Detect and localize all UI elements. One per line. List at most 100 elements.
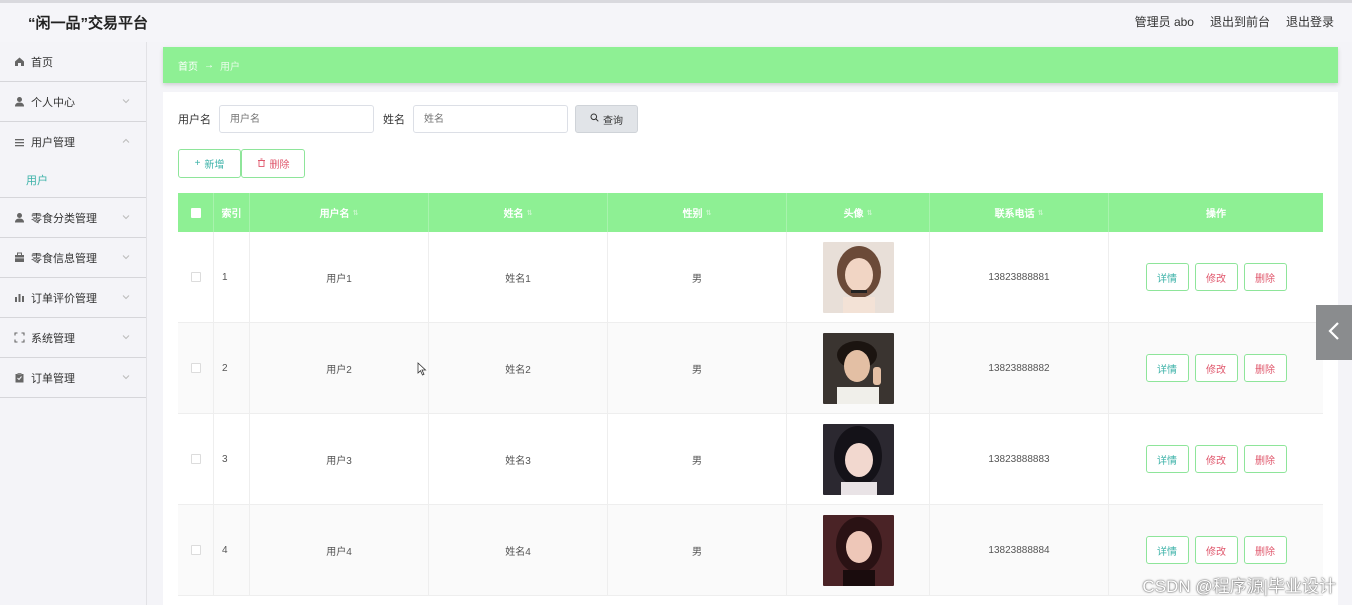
row-gender: 男: [608, 505, 787, 595]
sidebar-item-user-management[interactable]: 用户管理: [0, 122, 146, 162]
edit-button[interactable]: 修改: [1194, 354, 1238, 382]
mouse-cursor-icon: [417, 362, 427, 379]
sidebar-item-profile[interactable]: 个人中心: [0, 82, 146, 122]
header-actions: 操作: [1206, 209, 1226, 220]
header-avatar[interactable]: 头像 ⇅: [787, 193, 930, 232]
header-gender[interactable]: 性别 ⇅: [608, 193, 787, 232]
name-label: 姓名: [383, 114, 405, 126]
add-button[interactable]: + 新增: [178, 149, 241, 178]
row-index: 2: [214, 323, 250, 413]
row-checkbox[interactable]: [190, 454, 201, 464]
header-name[interactable]: 姓名 ⇅: [429, 193, 608, 232]
header-username[interactable]: 用户名 ⇅: [250, 193, 429, 232]
main-content: 首页 → 用户 用户名 姓名 查询 + 新增 删除: [163, 47, 1338, 605]
row-phone: 13823888882: [930, 323, 1109, 413]
chevron-down-icon: [122, 292, 130, 304]
toolbar: + 新增 删除: [178, 149, 305, 178]
edit-button[interactable]: 修改: [1194, 263, 1238, 291]
row-delete-button[interactable]: 删除: [1243, 354, 1287, 382]
chevron-up-icon: [122, 136, 130, 148]
table-row: 3 用户3 姓名3 男 13823888883 详情 修改 删除: [178, 414, 1323, 505]
home-icon: [14, 56, 25, 67]
header-phone[interactable]: 联系电话 ⇅: [930, 193, 1109, 232]
chevron-down-icon: [122, 252, 130, 264]
username-input[interactable]: [219, 105, 374, 133]
sort-icon: ⇅: [1037, 209, 1044, 217]
chevron-down-icon: [122, 212, 130, 224]
avatar: [822, 423, 894, 495]
breadcrumb-home[interactable]: 首页: [178, 58, 198, 73]
delete-button[interactable]: 删除: [241, 149, 305, 178]
row-checkbox[interactable]: [190, 272, 201, 282]
frame-icon: [14, 332, 25, 343]
avatar: [822, 241, 894, 313]
detail-button[interactable]: 详情: [1145, 445, 1189, 473]
edit-button[interactable]: 修改: [1194, 536, 1238, 564]
edit-button[interactable]: 修改: [1194, 445, 1238, 473]
user-table: 索引 用户名 ⇅ 姓名 ⇅ 性别 ⇅ 头像 ⇅ 联系电话 ⇅ 操作 1 用户1 姓名1 男…: [178, 193, 1323, 596]
breadcrumb: 首页 → 用户: [163, 47, 1338, 83]
row-username: 用户3: [250, 414, 429, 504]
trash-icon: [257, 158, 266, 170]
search-icon: [590, 113, 599, 125]
clipboard-icon: [14, 372, 25, 383]
select-all-checkbox[interactable]: [190, 207, 201, 218]
username-label: 用户名: [178, 114, 211, 126]
sidebar-item-system[interactable]: 系统管理: [0, 318, 146, 358]
row-phone: 13823888881: [930, 232, 1109, 322]
row-checkbox[interactable]: [190, 545, 201, 555]
detail-button[interactable]: 详情: [1145, 354, 1189, 382]
row-delete-button[interactable]: 删除: [1243, 445, 1287, 473]
user-icon: [14, 212, 25, 223]
watermark: CSDN @程序源|毕业设计: [1142, 577, 1336, 596]
plus-icon: +: [194, 158, 201, 169]
row-name: 姓名4: [429, 505, 608, 595]
row-name: 姓名1: [429, 232, 608, 322]
search-form: 用户名 姓名 查询: [178, 105, 638, 133]
sidebar-item-home[interactable]: 首页: [0, 42, 146, 82]
list-icon: [14, 137, 25, 148]
query-button[interactable]: 查询: [575, 105, 638, 133]
sidebar-item-snack-info[interactable]: 零食信息管理: [0, 238, 146, 278]
logout-link[interactable]: 退出登录: [1286, 13, 1334, 30]
user-icon: [14, 96, 25, 107]
row-phone: 13823888883: [930, 414, 1109, 504]
name-input[interactable]: [413, 105, 568, 133]
row-index: 1: [214, 232, 250, 322]
back-to-front-link[interactable]: 退出到前台: [1210, 13, 1270, 30]
row-username: 用户1: [250, 232, 429, 322]
sidebar-subitem-users[interactable]: 用户: [0, 162, 146, 198]
avatar: [822, 514, 894, 586]
row-gender: 男: [608, 414, 787, 504]
chevron-down-icon: [122, 332, 130, 344]
sort-icon: ⇅: [352, 209, 359, 217]
sidebar-item-order-review[interactable]: 订单评价管理: [0, 278, 146, 318]
detail-button[interactable]: 详情: [1145, 263, 1189, 291]
row-delete-button[interactable]: 删除: [1243, 536, 1287, 564]
header-index: 索引: [214, 193, 250, 232]
breadcrumb-arrow: →: [204, 59, 214, 71]
chevron-down-icon: [122, 96, 130, 108]
sort-icon: ⇅: [705, 209, 712, 217]
row-name: 姓名2: [429, 323, 608, 413]
row-phone: 13823888884: [930, 505, 1109, 595]
sidebar-item-orders[interactable]: 订单管理: [0, 358, 146, 398]
sort-icon: ⇅: [866, 209, 873, 217]
side-panel-toggle[interactable]: [1316, 305, 1352, 360]
row-gender: 男: [608, 232, 787, 322]
briefcase-icon: [14, 252, 25, 263]
row-gender: 男: [608, 323, 787, 413]
chevron-left-icon: [1327, 321, 1341, 344]
header-links: 管理员 abo 退出到前台 退出登录: [1135, 13, 1334, 30]
bar-chart-icon: [14, 292, 25, 303]
row-delete-button[interactable]: 删除: [1243, 263, 1287, 291]
top-bar: “闲一品”交易平台 管理员 abo 退出到前台 退出登录: [0, 0, 1352, 42]
row-name: 姓名3: [429, 414, 608, 504]
sidebar: 首页 个人中心 用户管理 用户 零食分类管理 零食信息管理 订单评价管理 系统管…: [0, 42, 147, 605]
sidebar-item-snack-category[interactable]: 零食分类管理: [0, 198, 146, 238]
table-header: 索引 用户名 ⇅ 姓名 ⇅ 性别 ⇅ 头像 ⇅ 联系电话 ⇅ 操作: [178, 193, 1323, 232]
content-panel: 用户名 姓名 查询 + 新增 删除 索引 用户名⇅: [163, 92, 1338, 605]
table-row: 2 用户2 姓名2 男 13823888882 详情 修改 删除: [178, 323, 1323, 414]
detail-button[interactable]: 详情: [1145, 536, 1189, 564]
row-checkbox[interactable]: [190, 363, 201, 373]
